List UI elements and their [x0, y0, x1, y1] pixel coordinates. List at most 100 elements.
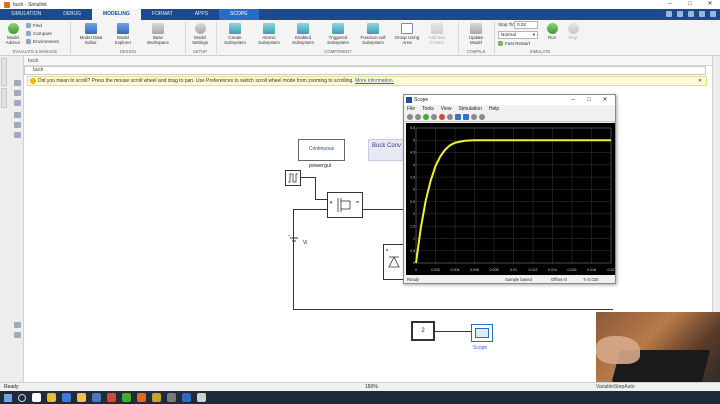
y-tick-label: 4	[413, 163, 415, 167]
zoom-icon[interactable]	[14, 80, 21, 86]
y-tick-label: 3	[413, 188, 415, 192]
arrow-icon[interactable]	[14, 100, 21, 106]
maximize-icon[interactable]: □	[680, 0, 700, 9]
redo-icon[interactable]	[688, 11, 694, 17]
constant-block[interactable]: 2	[411, 321, 435, 341]
measure-icon[interactable]	[479, 114, 485, 120]
task-view-icon[interactable]	[32, 393, 41, 402]
highlight-icon[interactable]	[447, 114, 453, 120]
app-icon[interactable]	[182, 393, 191, 402]
run-button[interactable]: Run	[543, 23, 561, 40]
mosfet-block[interactable]: g m	[327, 192, 363, 218]
environment-button[interactable]: Environment	[26, 39, 59, 44]
powergui-block[interactable]: Continuous	[298, 139, 345, 161]
close-icon[interactable]: ✕	[698, 77, 702, 85]
area-icon[interactable]	[14, 132, 21, 138]
annotation-icon[interactable]	[14, 112, 21, 118]
atomic-subsystem-button[interactable]: Atomic Subsystem	[254, 23, 284, 45]
tab-debug[interactable]: DEBUG	[52, 9, 92, 20]
scope-window-controls: – □ ✕	[565, 95, 613, 105]
tab-scope[interactable]: SCOPE	[219, 9, 259, 20]
zoom-icon[interactable]	[455, 114, 461, 120]
group-using-area-button[interactable]: Group Using Area	[392, 23, 422, 45]
edge-icon[interactable]	[62, 393, 71, 402]
expand-icon[interactable]	[710, 11, 716, 17]
search-icon[interactable]	[18, 393, 26, 402]
close-icon[interactable]: ✕	[597, 95, 613, 105]
add-bus-creator-button[interactable]: Add Bus Creator	[424, 23, 450, 45]
run-icon[interactable]	[423, 114, 429, 120]
menu-tools[interactable]: Tools	[422, 105, 434, 113]
save-icon[interactable]	[666, 11, 672, 17]
app-icon[interactable]	[152, 393, 161, 402]
menu-simulation[interactable]: Simulation	[459, 105, 482, 113]
diode-block[interactable]: a	[383, 244, 405, 280]
enabled-subsystem-button[interactable]: Enabled Subsystem	[288, 23, 318, 45]
model-data-editor-button[interactable]: Model Data Editor	[76, 23, 106, 45]
menu-view[interactable]: View	[441, 105, 452, 113]
browser-tab[interactable]	[1, 88, 7, 108]
constant-value: 2	[421, 328, 425, 334]
find-button[interactable]: Find	[26, 23, 42, 28]
compare-button[interactable]: Compare	[26, 31, 52, 36]
model-settings-button[interactable]: Model Settings	[188, 23, 212, 45]
scope-plot-area[interactable]: 0 0.002 0.004 0.006 0.008 0.01 0.012 0.014 0.016…	[406, 123, 615, 275]
image-icon[interactable]	[14, 122, 21, 128]
more-information-link[interactable]: More information.	[355, 78, 394, 84]
undo-icon[interactable]	[677, 11, 683, 17]
close-icon[interactable]: ✕	[700, 0, 720, 9]
help-icon[interactable]	[699, 11, 705, 17]
x-tick-label: 0.002	[431, 268, 440, 272]
tab-format[interactable]: FORMAT	[141, 9, 184, 20]
file-explorer-icon[interactable]	[77, 393, 86, 402]
group-label-setup: SETUP	[193, 49, 207, 54]
triggered-subsystem-button[interactable]: Triggered Subsystem	[322, 23, 354, 45]
base-workspace-button[interactable]: Base Workspace	[143, 23, 173, 45]
stop-icon[interactable]	[439, 114, 445, 120]
stop-button[interactable]: Stop	[564, 23, 582, 40]
scope-block[interactable]	[471, 324, 493, 342]
step-forward-icon[interactable]	[431, 114, 437, 120]
minimize-icon[interactable]: –	[565, 95, 581, 105]
app-icon[interactable]	[167, 393, 176, 402]
step-back-icon[interactable]	[415, 114, 421, 120]
cursor-icon[interactable]	[471, 114, 477, 120]
chrome-icon[interactable]	[47, 393, 56, 402]
maximize-icon[interactable]: □	[581, 95, 597, 105]
windows-start-icon[interactable]	[4, 393, 12, 402]
buck-converter-annotation[interactable]: Buck Conv	[368, 139, 408, 161]
menu-file[interactable]: File	[407, 105, 415, 113]
app-icon[interactable]	[197, 393, 206, 402]
pdf-icon[interactable]	[107, 393, 116, 402]
model-tab[interactable]: buck	[28, 58, 39, 64]
excel-icon[interactable]	[122, 393, 131, 402]
update-model-button[interactable]: Update Model	[464, 23, 488, 45]
function-call-subsystem-button[interactable]: Function-call Subsystem	[356, 23, 390, 45]
minimize-icon[interactable]: –	[660, 0, 680, 9]
fast-restart-button[interactable]: Fast Restart	[498, 41, 530, 46]
battery-icon: +	[288, 233, 298, 242]
pulse-generator-block[interactable]	[285, 170, 301, 186]
stop-time-input[interactable]: 0.02	[514, 21, 538, 29]
simulation-mode-select[interactable]: Normal ▾	[498, 31, 538, 39]
model-explorer-button[interactable]: Model Explorer	[110, 23, 136, 45]
create-subsystem-button[interactable]: Create Subsystem	[220, 23, 250, 45]
tab-apps[interactable]: APPS	[184, 9, 219, 20]
model-advisor-button[interactable]: Model Advisor	[3, 23, 23, 45]
y-tick-label: 2.5	[410, 200, 415, 204]
autoscale-icon[interactable]	[463, 114, 469, 120]
separator	[216, 22, 217, 54]
fit-view-icon[interactable]	[14, 90, 21, 96]
settings-icon[interactable]	[407, 114, 413, 120]
tab-modeling[interactable]: MODELING	[91, 9, 141, 20]
tab-simulation[interactable]: SIMULATION	[0, 9, 52, 20]
menu-help[interactable]: Help	[489, 105, 499, 113]
word-icon[interactable]	[92, 393, 101, 402]
model-browser-tab[interactable]	[1, 58, 7, 86]
collapse-icon[interactable]	[14, 332, 21, 338]
scope-status-bar: Ready Sample based Offset=0 T=0.020	[404, 276, 615, 284]
matlab-taskbar-icon[interactable]	[137, 393, 146, 402]
hide-icon[interactable]	[14, 322, 21, 328]
dc-voltage-source[interactable]: +	[288, 233, 300, 247]
breadcrumb[interactable]: buck	[24, 66, 706, 75]
